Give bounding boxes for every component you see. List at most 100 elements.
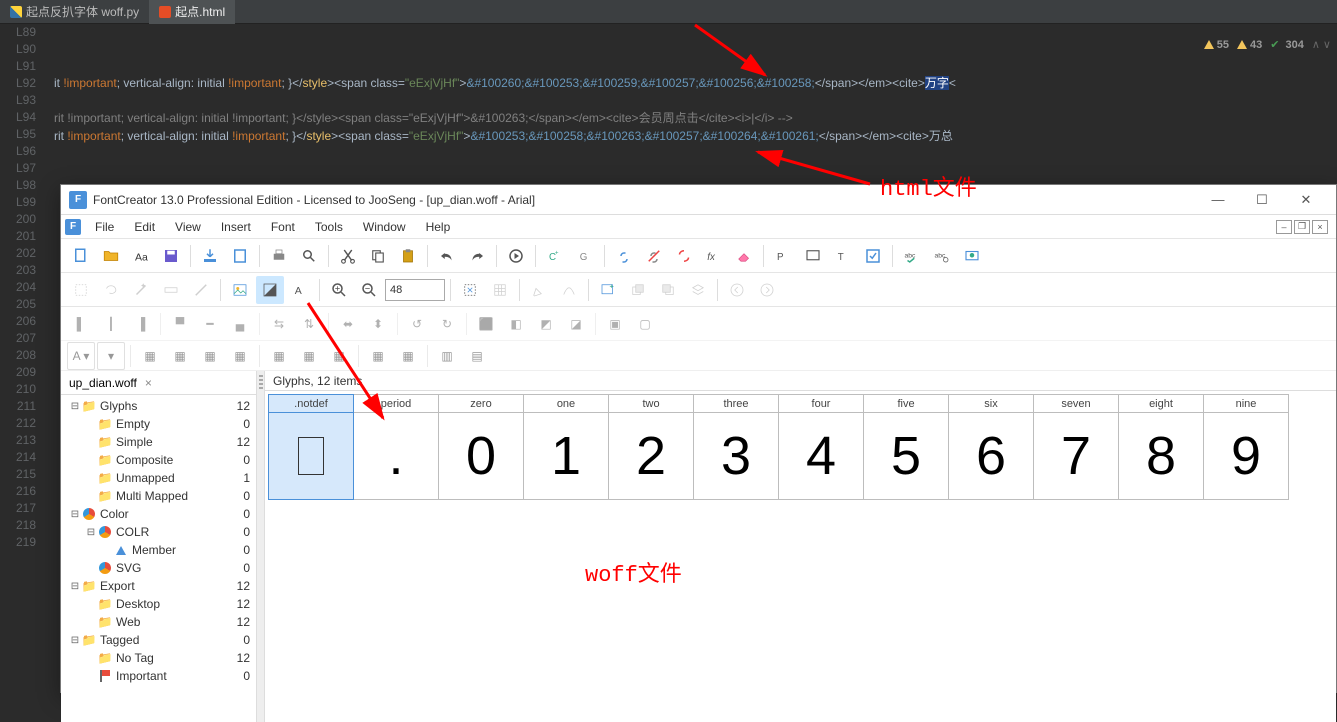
nav-fwd-icon[interactable]: [753, 276, 781, 304]
image-icon[interactable]: [226, 276, 254, 304]
table5-icon[interactable]: ▦: [265, 342, 293, 370]
mdi-minimize-button[interactable]: –: [1276, 220, 1292, 234]
save-icon[interactable]: [157, 242, 185, 270]
menu-file[interactable]: File: [85, 217, 124, 237]
text-style-icon[interactable]: A: [286, 276, 314, 304]
select-rect-icon[interactable]: [67, 276, 95, 304]
tree-item[interactable]: SVG0: [61, 559, 256, 577]
dictionary-icon[interactable]: abc: [928, 242, 956, 270]
break-icon[interactable]: [670, 242, 698, 270]
title-bar[interactable]: F FontCreator 13.0 Professional Edition …: [61, 185, 1336, 215]
tree-item[interactable]: ⊟COLR0: [61, 523, 256, 541]
align-middle-icon[interactable]: ━: [196, 310, 224, 338]
stack-icon[interactable]: [684, 276, 712, 304]
layout2-icon[interactable]: ▤: [463, 342, 491, 370]
copy-icon[interactable]: [364, 242, 392, 270]
add-image-icon[interactable]: +: [594, 276, 622, 304]
maximize-button[interactable]: ☐: [1240, 186, 1284, 214]
open-icon[interactable]: [97, 242, 125, 270]
glyph-cell[interactable]: .notdef: [268, 394, 354, 500]
close-button[interactable]: ✕: [1284, 186, 1328, 214]
cut-icon[interactable]: [334, 242, 362, 270]
fx-icon[interactable]: fx: [700, 242, 728, 270]
glyph-cell[interactable]: period.: [353, 394, 439, 500]
tree-item[interactable]: 📁Empty0: [61, 415, 256, 433]
rotate-left-icon[interactable]: ↺: [403, 310, 431, 338]
install-icon[interactable]: [226, 242, 254, 270]
eraser-icon[interactable]: [730, 242, 758, 270]
search-icon[interactable]: [295, 242, 323, 270]
dist-v-icon[interactable]: ⇅: [295, 310, 323, 338]
table2-icon[interactable]: ▦: [166, 342, 194, 370]
align-left-icon[interactable]: ▌: [67, 310, 95, 338]
sidebar-tab[interactable]: up_dian.woff ×: [61, 371, 256, 395]
subtract-icon[interactable]: ◧: [502, 310, 530, 338]
font-a-icon[interactable]: A ▾: [67, 342, 95, 370]
ungroup-icon[interactable]: ▢: [631, 310, 659, 338]
glyph-cell[interactable]: four4: [778, 394, 864, 500]
menu-font[interactable]: Font: [261, 217, 305, 237]
redo-icon[interactable]: [463, 242, 491, 270]
dist-h-icon[interactable]: ⇆: [265, 310, 293, 338]
table3-icon[interactable]: ▦: [196, 342, 224, 370]
zoom-in-icon[interactable]: [325, 276, 353, 304]
tree-item[interactable]: ⊟📁Glyphs12: [61, 397, 256, 415]
wand-icon[interactable]: [127, 276, 155, 304]
tree-item[interactable]: 📁Desktop12: [61, 595, 256, 613]
menu-edit[interactable]: Edit: [124, 217, 165, 237]
tree-item[interactable]: 📁Unmapped1: [61, 469, 256, 487]
glyph-cell[interactable]: seven7: [1033, 394, 1119, 500]
menu-tools[interactable]: Tools: [305, 217, 353, 237]
zoom-input[interactable]: [385, 279, 445, 301]
splitter[interactable]: [257, 371, 265, 722]
menu-window[interactable]: Window: [353, 217, 416, 237]
exclude-icon[interactable]: ◪: [562, 310, 590, 338]
union-icon[interactable]: ⬛: [472, 310, 500, 338]
glyph-cell[interactable]: six6: [948, 394, 1034, 500]
unlink-icon[interactable]: [640, 242, 668, 270]
tree-item[interactable]: 📁Web12: [61, 613, 256, 631]
mdi-close-button[interactable]: ×: [1312, 220, 1328, 234]
glyph-cell[interactable]: eight8: [1118, 394, 1204, 500]
undo-icon[interactable]: [433, 242, 461, 270]
align-center-icon[interactable]: ┃: [97, 310, 125, 338]
flip-h-icon[interactable]: ⬌: [334, 310, 362, 338]
paste-icon[interactable]: [394, 242, 422, 270]
tree-item[interactable]: Member0: [61, 541, 256, 559]
align-right-icon[interactable]: ▐: [127, 310, 155, 338]
layout1-icon[interactable]: ▥: [433, 342, 461, 370]
nav-back-icon[interactable]: [723, 276, 751, 304]
font-icon[interactable]: Aa: [127, 242, 155, 270]
text-tool-icon[interactable]: T: [829, 242, 857, 270]
spellcheck-icon[interactable]: abc: [898, 242, 926, 270]
new-icon[interactable]: [67, 242, 95, 270]
curve-icon[interactable]: [555, 276, 583, 304]
close-icon[interactable]: ×: [145, 376, 152, 390]
tree-item[interactable]: ⊟Color0: [61, 505, 256, 523]
tree-item[interactable]: 📁Multi Mapped0: [61, 487, 256, 505]
minimize-button[interactable]: —: [1196, 186, 1240, 214]
run-icon[interactable]: [502, 242, 530, 270]
intersect-icon[interactable]: ◩: [532, 310, 560, 338]
menu-insert[interactable]: Insert: [211, 217, 261, 237]
table4-icon[interactable]: ▦: [226, 342, 254, 370]
editor-tab[interactable]: 起点反扒字体 woff.py: [0, 0, 149, 24]
glyph-cell[interactable]: two2: [608, 394, 694, 500]
layer-down-icon[interactable]: [654, 276, 682, 304]
align-top-icon[interactable]: ▀: [166, 310, 194, 338]
tree-item[interactable]: 📁No Tag12: [61, 649, 256, 667]
table6-icon[interactable]: ▦: [295, 342, 323, 370]
web-icon[interactable]: [958, 242, 986, 270]
validate-icon[interactable]: [859, 242, 887, 270]
glyph-cell[interactable]: three3: [693, 394, 779, 500]
glyph-cell[interactable]: one1: [523, 394, 609, 500]
tree-item[interactable]: ⊟📁Tagged0: [61, 631, 256, 649]
menu-view[interactable]: View: [165, 217, 211, 237]
editor-tab[interactable]: 起点.html: [149, 0, 235, 24]
table8-icon[interactable]: ▦: [364, 342, 392, 370]
preview-icon[interactable]: [799, 242, 827, 270]
code-area[interactable]: it !important; vertical-align: initial !…: [54, 24, 1337, 163]
tree-item[interactable]: 📁Simple12: [61, 433, 256, 451]
tree-item[interactable]: Important0: [61, 667, 256, 685]
tree-item[interactable]: ⊟📁Export12: [61, 577, 256, 595]
